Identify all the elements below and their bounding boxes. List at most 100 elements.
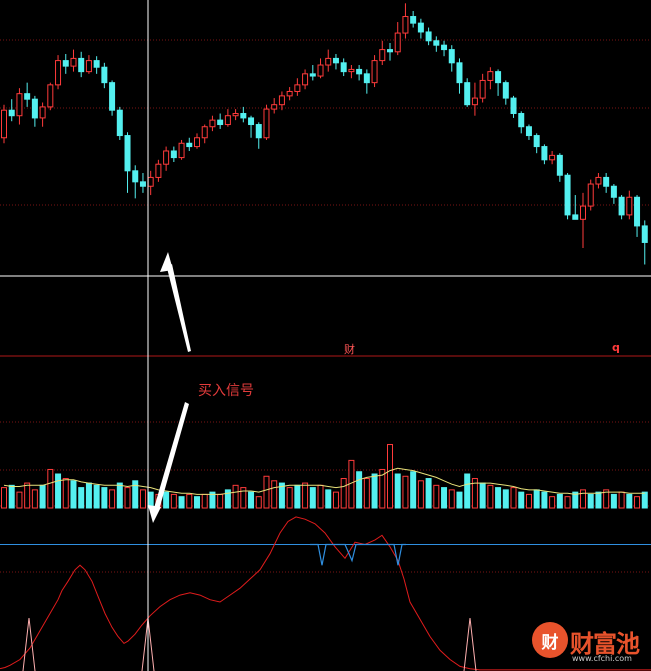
candle-body — [332, 57, 339, 64]
volume-bar — [564, 496, 571, 509]
candle-body — [595, 176, 602, 185]
volume-bar — [410, 471, 417, 509]
candle-body — [1, 109, 7, 139]
volume-bar — [232, 484, 239, 509]
candle-body — [387, 49, 393, 53]
volume-bar — [626, 493, 633, 509]
buy-signal-arrows — [148, 252, 191, 523]
candle-body — [363, 73, 370, 84]
volume-bar — [464, 473, 471, 509]
volume-bar — [502, 489, 509, 509]
candle-body — [47, 84, 54, 108]
volume-bar — [479, 482, 486, 509]
candle-body — [101, 66, 108, 84]
candle-body — [78, 57, 85, 73]
volume-bar — [518, 491, 525, 509]
chart-svg — [0, 0, 651, 671]
candle-body — [217, 119, 224, 126]
volume-bar — [541, 491, 548, 509]
candle-body — [8, 109, 15, 117]
volume-bar — [332, 491, 339, 509]
candle-body — [232, 113, 239, 117]
candle-body — [201, 126, 208, 139]
candle-body — [263, 108, 270, 139]
volume-bar — [85, 482, 92, 509]
volume-bar — [402, 475, 409, 509]
volume-bar — [495, 487, 502, 509]
volume-bar — [387, 444, 393, 509]
volume-bar — [39, 484, 46, 509]
candle-body — [278, 95, 285, 106]
candle-body — [564, 174, 571, 216]
candle-body — [572, 214, 579, 220]
marker-label-right: q — [612, 341, 620, 354]
volume-bar — [394, 473, 401, 509]
candle-body — [109, 82, 116, 111]
candle-body — [518, 113, 525, 128]
candle-body — [356, 68, 363, 75]
candle-body — [271, 104, 278, 110]
candle-body — [502, 82, 509, 99]
volume-bar — [317, 484, 324, 509]
candle-body — [634, 196, 641, 227]
volume-bar — [186, 493, 193, 509]
watermark-logo: 财 财富池 www.cfchi.com — [532, 622, 647, 668]
volume-bar — [47, 468, 54, 509]
volume-bar — [31, 489, 38, 509]
volume-bar — [217, 493, 224, 509]
candle-body — [124, 135, 131, 172]
candle-body — [224, 115, 231, 126]
volume-bar — [163, 491, 170, 509]
candle-body — [587, 183, 594, 207]
candle-body — [580, 205, 586, 220]
volume-bar — [1, 487, 7, 509]
volume-bar — [433, 484, 440, 509]
volume-bar — [124, 487, 131, 509]
volume-bar — [139, 489, 146, 509]
volume-bar — [580, 489, 586, 509]
candle-body — [456, 62, 463, 84]
candle-body — [209, 119, 216, 128]
candle-body — [441, 44, 448, 51]
candle-body — [626, 196, 633, 216]
volume-bar — [618, 491, 625, 509]
crosshair — [0, 0, 651, 671]
candle-body — [147, 176, 154, 187]
candle-body — [317, 64, 324, 77]
candle-body — [286, 90, 293, 97]
candle-body — [163, 150, 170, 165]
candle-body — [55, 60, 62, 86]
candle-body — [325, 57, 332, 66]
candle-body — [170, 150, 177, 159]
candle-body — [402, 16, 409, 34]
signal-spike — [463, 617, 477, 671]
candle-body — [495, 71, 502, 84]
candle-body — [302, 73, 309, 86]
volume-bar — [286, 487, 293, 509]
candle-body — [479, 79, 486, 99]
candle-body — [610, 185, 617, 198]
buy-signal-label: 买入信号 — [198, 383, 254, 399]
volume-bar — [55, 473, 62, 509]
candle-body — [85, 60, 92, 73]
watermark-glyph: 财 — [541, 633, 559, 653]
candle-body — [417, 22, 424, 33]
volume-bar — [340, 478, 347, 509]
candle-body — [603, 176, 610, 187]
volume-bar — [487, 484, 494, 509]
volume-bar — [363, 478, 370, 509]
volume-bar — [587, 493, 594, 509]
volume-bar — [441, 487, 448, 509]
candle-body — [139, 181, 146, 187]
volume-bar — [371, 473, 378, 509]
candle-body — [549, 154, 556, 161]
candle-body — [62, 60, 69, 67]
candle-body — [155, 163, 162, 178]
volume-bar — [170, 493, 177, 509]
candle-body — [541, 146, 548, 161]
volume-bar — [294, 484, 301, 509]
candle-body — [487, 71, 494, 81]
volume-ma-line — [3, 467, 645, 495]
volume-bar — [16, 491, 23, 509]
volume-bar — [24, 482, 31, 509]
